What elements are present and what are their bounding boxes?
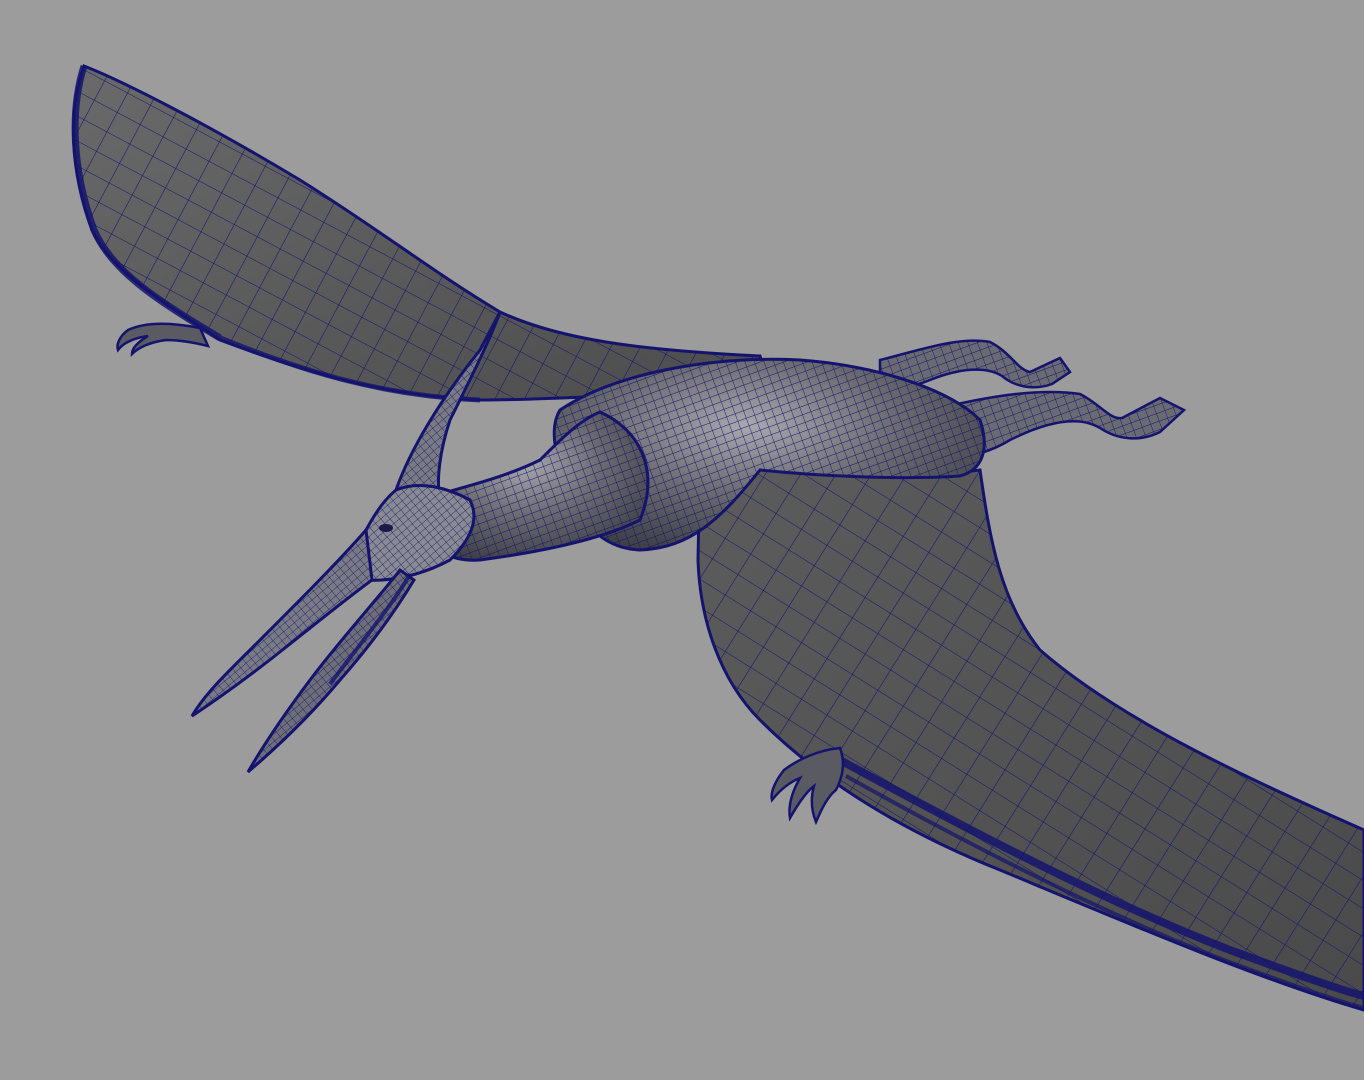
right-claw <box>770 746 845 826</box>
left-wing <box>71 64 772 403</box>
left-claw <box>116 322 211 358</box>
right-wing <box>696 458 1364 1012</box>
wireframe-render <box>71 64 1364 1012</box>
upper-beak <box>190 526 374 718</box>
3d-viewport[interactable] <box>0 0 1364 1080</box>
eye-icon <box>379 524 393 532</box>
